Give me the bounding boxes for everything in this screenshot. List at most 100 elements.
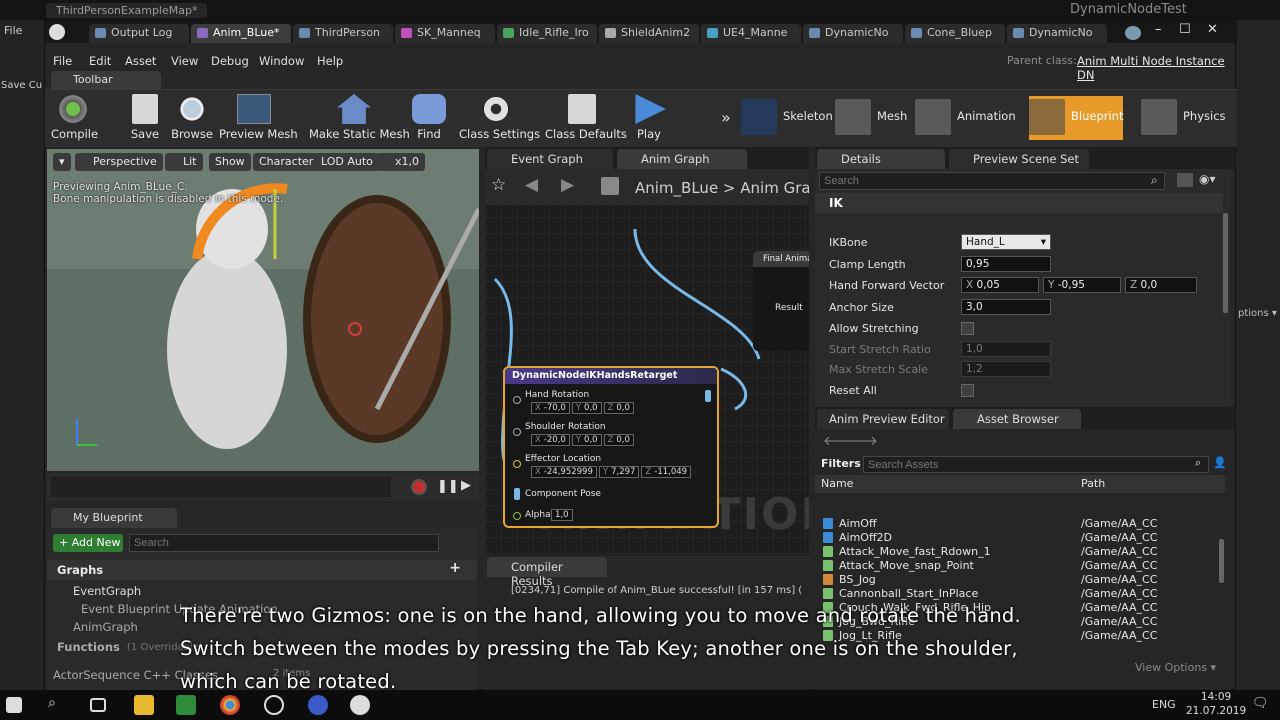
tab-details[interactable]: Details	[817, 149, 945, 169]
outer-file-menu[interactable]: File	[4, 24, 22, 37]
effector-x[interactable]: X -24,952999	[531, 466, 597, 478]
compiler-results-tab[interactable]: Compiler Results	[487, 557, 607, 588]
character-button[interactable]: Character	[253, 153, 320, 171]
asset-row[interactable]: AimOff/Game/AA_CC	[815, 517, 1219, 531]
hand-forward-y-field[interactable]: Y -0,95	[1043, 277, 1121, 293]
mode-physics[interactable]: Physics	[1141, 96, 1237, 140]
graphs-section[interactable]: Graphs +	[47, 560, 477, 580]
lod-button[interactable]: LOD Auto	[315, 153, 379, 171]
asset-row[interactable]: AimOff2D/Game/AA_CC	[815, 531, 1219, 545]
asset-row[interactable]: Attack_Move_fast_Rdown_1/Game/AA_CC	[815, 545, 1219, 559]
functions-section[interactable]: Functions	[57, 640, 120, 654]
shoulder-rot-x[interactable]: X -20,0	[531, 434, 570, 446]
play-forward-button[interactable]: ▶	[461, 478, 471, 493]
shoulder-rotation-pin[interactable]	[513, 428, 521, 436]
hierarchy-icon[interactable]	[601, 177, 619, 195]
asset-row[interactable]: Attack_Move_snap_Point/Game/AA_CC	[815, 559, 1219, 573]
hand-forward-z-field[interactable]: Z 0,0	[1125, 277, 1197, 293]
final-animation-pose-node[interactable]: Final Anima Result	[753, 251, 809, 351]
tab-anim-graph[interactable]: Anim Graph	[617, 149, 747, 169]
outer-save-button[interactable]: Save Cu	[1, 80, 42, 91]
effector-z[interactable]: Z -11,049	[641, 466, 692, 478]
tab-event-graph[interactable]: Event Graph	[487, 149, 613, 169]
alpha-value-field[interactable]: 1,0	[551, 509, 573, 521]
reset-all-checkbox[interactable]	[961, 384, 974, 397]
tab-dynamicno-1[interactable]: DynamicNo	[803, 24, 903, 43]
save-button[interactable]: Save	[127, 94, 163, 141]
shoulder-rot-z[interactable]: Z 0,0	[603, 434, 634, 446]
my-blueprint-tab[interactable]: My Blueprint	[51, 508, 177, 528]
add-new-button[interactable]: + Add New	[53, 534, 123, 552]
chrome-icon[interactable]	[220, 695, 240, 715]
effector-y[interactable]: Y 7,297	[598, 466, 640, 478]
close-button[interactable]: ✕	[1207, 22, 1218, 37]
app-icon[interactable]	[308, 695, 328, 715]
menu-view[interactable]: View	[171, 54, 198, 68]
pause-button[interactable]: ❚❚	[437, 479, 459, 494]
unity-icon[interactable]	[264, 695, 284, 715]
ik-section-header[interactable]: IK	[815, 193, 1223, 213]
tab-anim-preview-editor[interactable]: Anim Preview Editor	[817, 409, 949, 429]
make-static-mesh-button[interactable]: Make Static Mesh	[309, 94, 410, 141]
search-icon[interactable]: ⌕	[48, 695, 68, 715]
tab-sk-manneq[interactable]: SK_Manneq	[395, 24, 495, 43]
menu-file[interactable]: File	[53, 54, 72, 68]
details-search-input[interactable]	[819, 172, 1165, 190]
hand-forward-x-field[interactable]: X 0,05	[961, 277, 1039, 293]
view-options-button[interactable]: View Options ▾	[1135, 661, 1216, 674]
graph-breadcrumb[interactable]: Anim_BLue > Anim Gra	[635, 179, 809, 197]
parent-class-link[interactable]: Anim Multi Node Instance DN	[1077, 54, 1235, 82]
lit-button[interactable]: Lit	[165, 153, 203, 171]
playback-speed-button[interactable]: x1,0	[377, 153, 426, 171]
browse-button[interactable]: Browse	[171, 94, 213, 141]
clock[interactable]: 14:09 21.07.2019	[1186, 690, 1246, 718]
tab-shieldanim2[interactable]: ShieldAnim2	[599, 24, 699, 43]
hand-rot-y[interactable]: Y 0,0	[571, 402, 602, 414]
anim-graph-item[interactable]: AnimGraph	[73, 620, 138, 634]
forward-arrow-icon[interactable]: ▶	[561, 175, 574, 195]
col-name[interactable]: Name	[821, 477, 853, 490]
tab-dynamicno-2[interactable]: DynamicNo	[1007, 24, 1107, 43]
perspective-button[interactable]: Perspective	[75, 153, 163, 171]
play-button[interactable]: Play	[631, 94, 667, 141]
details-eye-icon[interactable]: ◉▾	[1199, 172, 1216, 186]
notification-icon[interactable]: 🗨	[1252, 696, 1269, 711]
hand-rot-x[interactable]: X -70,0	[531, 402, 570, 414]
tab-output-log[interactable]: Output Log	[89, 24, 189, 43]
hand-rot-z[interactable]: Z 0,0	[603, 402, 634, 414]
asset-scrollbar[interactable]	[1219, 539, 1224, 583]
tab-preview-scene-settings[interactable]: Preview Scene Set	[949, 149, 1089, 169]
output-pose-pin-icon[interactable]	[705, 390, 711, 402]
mode-blueprint[interactable]: Blueprint	[1029, 96, 1123, 140]
menu-help[interactable]: Help	[317, 54, 343, 68]
record-button[interactable]	[411, 479, 427, 495]
task-view-icon[interactable]	[90, 698, 106, 712]
back-arrow-icon[interactable]: ◀	[525, 175, 538, 195]
source-control-icon[interactable]	[1125, 26, 1141, 40]
menu-edit[interactable]: Edit	[89, 54, 111, 68]
toolbar-overflow-icon[interactable]: »	[721, 108, 731, 127]
excel-icon[interactable]	[176, 695, 196, 715]
alpha-pin[interactable]	[513, 512, 521, 520]
windows-start-icon[interactable]	[6, 697, 22, 713]
preview-viewport[interactable]: ▾ Perspective Lit Show Character LOD Aut…	[47, 149, 479, 471]
event-graph-item[interactable]: EventGraph	[73, 584, 141, 598]
show-button[interactable]: Show	[209, 153, 251, 171]
tab-thirdperson[interactable]: ThirdPerson	[293, 24, 393, 43]
outer-level-tab[interactable]: ThirdPersonExampleMap*	[46, 3, 208, 18]
class-defaults-button[interactable]: Class Defaults	[545, 94, 627, 141]
timeline-bar[interactable]	[51, 477, 391, 497]
col-path[interactable]: Path	[1081, 477, 1105, 490]
toolbar-tab[interactable]: Toolbar	[51, 71, 161, 89]
tab-idle-rifle[interactable]: Idle_Rifle_Iro	[497, 24, 597, 43]
mode-animation[interactable]: Animation	[915, 96, 1025, 140]
add-graph-icon[interactable]: +	[449, 560, 461, 576]
tab-anim-blue[interactable]: Anim_BLue*	[191, 24, 291, 43]
asset-row[interactable]: BS_Jog/Game/AA_CC	[815, 573, 1219, 587]
preview-mesh-button[interactable]: Preview Mesh	[219, 94, 298, 141]
ik-hands-retarget-node[interactable]: DynamicNodeIKHandsRetarget Hand Rotation…	[503, 366, 719, 528]
menu-asset[interactable]: Asset	[125, 54, 156, 68]
input-language[interactable]: ENG	[1152, 698, 1176, 711]
component-pose-pin-icon[interactable]	[514, 488, 520, 500]
anim-graph-canvas[interactable]: ANIMATION ☆ ◀ ▶ Anim_BLue > Anim Gra Fin…	[485, 169, 809, 555]
